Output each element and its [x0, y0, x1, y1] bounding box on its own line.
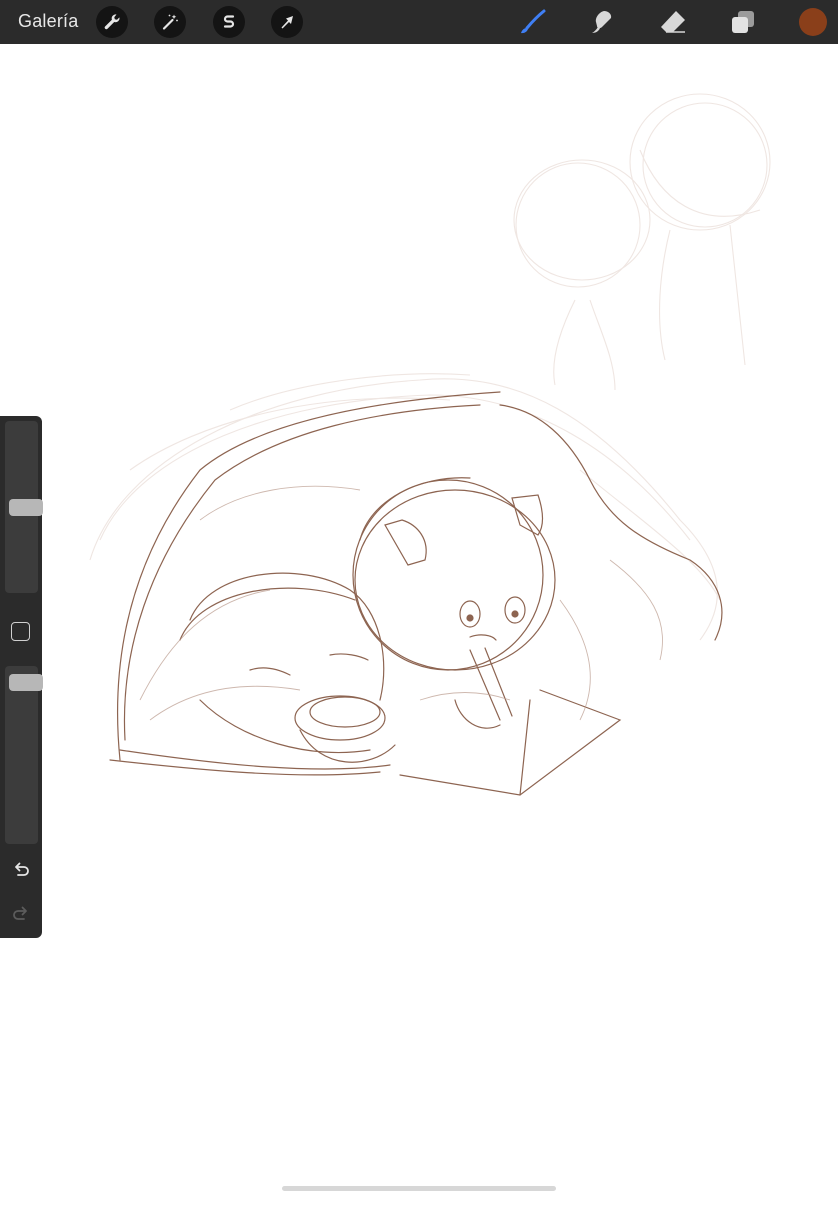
brush-icon [521, 9, 546, 34]
layers-icon [732, 11, 754, 33]
sketch-artwork [89, 93, 771, 796]
erase-tool-button[interactable] [657, 6, 689, 38]
eraser-icon [661, 11, 685, 33]
modify-button[interactable] [11, 622, 30, 641]
adjustments-button[interactable] [154, 6, 186, 38]
redo-icon [13, 906, 27, 920]
selection-button[interactable] [213, 6, 245, 38]
home-indicator[interactable] [282, 1186, 556, 1191]
selection-s-icon [223, 15, 235, 28]
wrench-icon [104, 14, 120, 30]
drawing-canvas[interactable] [0, 44, 838, 1200]
gallery-button[interactable]: Galería [18, 11, 78, 32]
color-swatch[interactable] [799, 8, 827, 36]
opacity-slider[interactable] [5, 666, 43, 844]
actions-button[interactable] [96, 6, 128, 38]
undo-button[interactable] [10, 858, 32, 880]
smudge-icon [592, 11, 612, 33]
redo-button[interactable] [10, 902, 32, 924]
brush-size-slider[interactable] [5, 421, 43, 593]
smudge-tool-button[interactable] [586, 6, 618, 38]
magic-wand-icon [162, 14, 178, 30]
top-toolbar: Galería [0, 0, 838, 44]
opacity-slider-thumb[interactable] [9, 674, 43, 691]
transform-button[interactable] [271, 6, 303, 38]
undo-icon [15, 862, 29, 876]
brush-size-slider-thumb[interactable] [9, 499, 43, 516]
arrow-cursor-icon [281, 16, 293, 29]
left-sidebar [0, 416, 43, 938]
layers-button[interactable] [727, 6, 759, 38]
paint-tool-button[interactable] [516, 6, 548, 38]
